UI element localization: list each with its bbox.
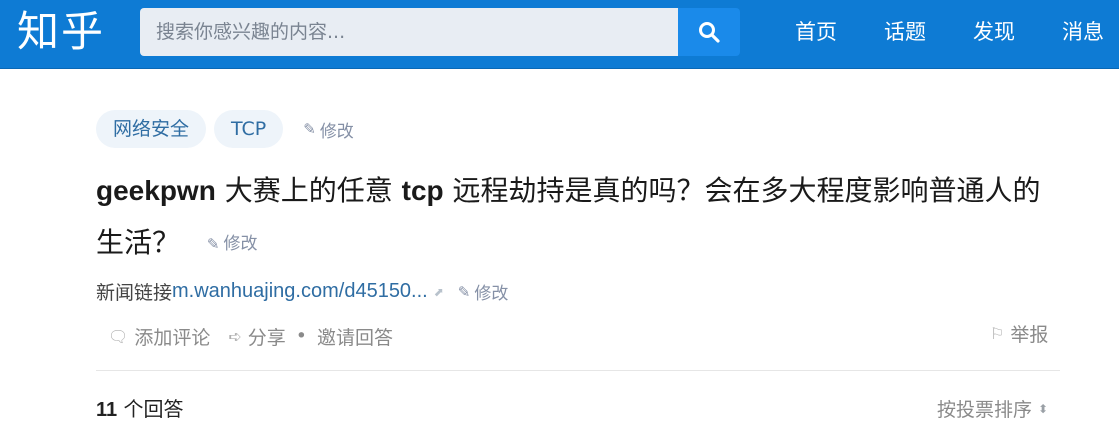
share-button[interactable]: ➪ 分享 <box>228 323 285 350</box>
answer-count-number: 11 <box>96 399 118 421</box>
edit-title-link[interactable]: ✎ 修改 <box>207 218 258 270</box>
nav-messages[interactable]: 消息 <box>1062 16 1104 46</box>
edit-news-link[interactable]: ✎ 修改 <box>457 279 509 305</box>
zhihu-logo[interactable]: 知乎 <box>17 6 105 58</box>
nav-explore[interactable]: 发现 <box>973 16 1015 46</box>
news-link-label: 新闻链接 <box>96 282 173 304</box>
sort-label: 按投票排序 <box>937 399 1033 421</box>
nav-home[interactable]: 首页 <box>795 16 837 46</box>
divider <box>96 370 1060 371</box>
edit-tags-link[interactable]: ✎ 修改 <box>303 117 354 142</box>
title-part-2: 大赛上的任意 <box>215 174 402 207</box>
share-icon: ➪ <box>228 326 242 346</box>
report-button[interactable]: ⚐ 举报 <box>990 320 1048 347</box>
top-bar: 知乎 首页 话题 发现 消息 <box>0 0 1119 69</box>
search-bar <box>140 8 740 56</box>
pencil-icon: ✎ <box>303 120 316 138</box>
edit-news-label: 修改 <box>474 284 509 304</box>
nav-topics[interactable]: 话题 <box>884 16 926 46</box>
pencil-icon: ✎ <box>457 282 471 301</box>
sort-caret-icon: ⬍ <box>1038 401 1049 416</box>
title-part-tcp: tcp <box>401 175 444 206</box>
add-comment-button[interactable]: 🗨 添加评论 <box>108 323 210 350</box>
news-link-row: 新闻链接 m.wanhuajing.com/d45150... ⬈ ✎ 修改 <box>96 278 508 305</box>
comment-icon: 🗨 <box>108 326 129 346</box>
search-input[interactable] <box>140 8 678 56</box>
question-tags: 网络安全 TCP ✎ 修改 <box>96 110 354 148</box>
flag-icon: ⚐ <box>990 324 1005 343</box>
answer-count-label: 个回答 <box>117 397 184 421</box>
external-link-icon: ⬈ <box>433 284 444 299</box>
edit-title-label: 修改 <box>223 234 258 254</box>
report-label: 举报 <box>1010 324 1049 346</box>
share-label: 分享 <box>247 326 286 349</box>
search-button[interactable] <box>678 8 740 56</box>
tag-network-security[interactable]: 网络安全 <box>96 110 207 148</box>
answer-count: 11 个回答 <box>96 393 184 422</box>
sort-dropdown[interactable]: 按投票排序 ⬍ <box>937 395 1048 422</box>
question-actions: 🗨 添加评论 ➪ 分享 • 邀请回答 <box>108 322 393 350</box>
invite-answer-button[interactable]: 邀请回答 <box>317 323 393 350</box>
question-title: geekpwn 大赛上的任意 tcp 远程劫持是真的吗？会在多大程度影响普通人的… <box>96 165 1066 270</box>
news-link[interactable]: m.wanhuajing.com/d45150... <box>172 280 428 303</box>
edit-tags-label: 修改 <box>319 121 354 142</box>
search-icon <box>699 22 720 43</box>
title-part-geekpwn: geekpwn <box>96 175 216 206</box>
tag-tcp[interactable]: TCP <box>214 110 284 148</box>
add-comment-label: 添加评论 <box>134 326 211 349</box>
pencil-icon: ✎ <box>206 235 220 253</box>
separator-dot: • <box>295 325 307 347</box>
